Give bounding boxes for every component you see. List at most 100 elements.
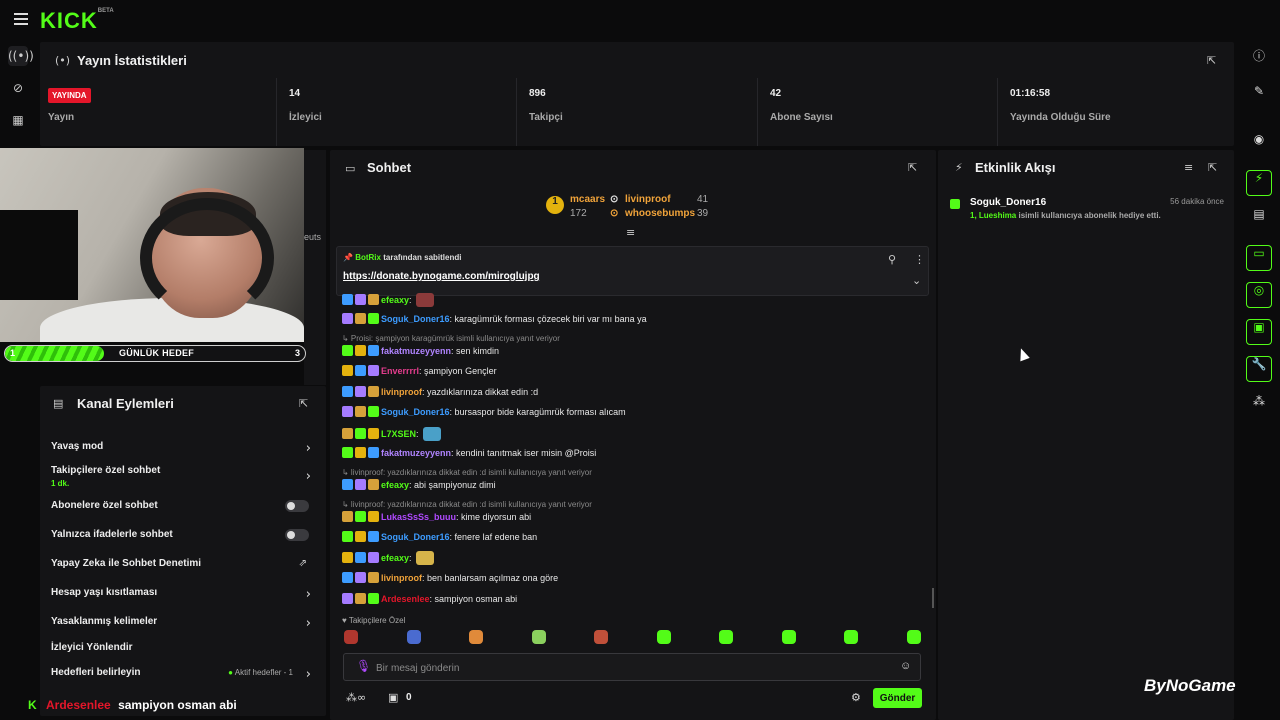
chat-username[interactable]: Ardesenlee — [381, 594, 430, 604]
chat-message: fakatmuzeyyenn: sen kimdin — [342, 345, 922, 356]
popout-icon[interactable]: ⇱ — [908, 161, 917, 174]
stat-viewers: 14 İzleyici — [276, 78, 516, 146]
banned-words-row[interactable]: Yasaklanmış kelimeler › — [51, 616, 317, 631]
filter-icon[interactable]: ≡ — [1184, 161, 1193, 174]
subscribers-only-toggle[interactable] — [285, 500, 309, 512]
emoji-icon[interactable]: ☺ — [900, 660, 911, 672]
leader-name[interactable]: mcaars — [570, 194, 605, 205]
chat-message-input[interactable] — [376, 660, 876, 676]
chat-username[interactable]: fakatmuzeyyenn — [381, 448, 451, 458]
account-age-row[interactable]: Hesap yaşı kısıtlaması › — [51, 587, 317, 602]
chat-username[interactable]: L7XSEN — [381, 429, 416, 439]
document-icon[interactable]: ▤ — [1246, 207, 1272, 233]
emote-bar — [344, 630, 924, 650]
chat-username[interactable]: efeaxy — [381, 480, 409, 490]
chevron-right-icon: › — [305, 587, 311, 602]
chat-username[interactable]: livinproof — [381, 387, 422, 397]
share-icon[interactable]: ⁂ — [1246, 394, 1272, 420]
actions-icon: ▤ — [53, 397, 64, 410]
emote-picker-icon[interactable] — [469, 630, 483, 644]
chat-username[interactable]: livinproof — [381, 573, 422, 583]
leader-name[interactable]: whoosebumps — [625, 208, 695, 219]
emote-picker-icon[interactable] — [344, 630, 358, 644]
chat-username[interactable]: Soguk_Doner16 — [381, 407, 450, 417]
chat-username[interactable]: efeaxy — [381, 295, 409, 305]
chevron-right-icon: › — [305, 667, 311, 682]
set-goals-row[interactable]: Hedefleri belirleyin ● Aktif hedefler - … — [51, 667, 317, 682]
chat-text: kime diyorsun abi — [461, 512, 532, 522]
popout-icon[interactable]: ⇱ — [1208, 161, 1217, 174]
chat-username[interactable]: Enverrrrl — [381, 366, 419, 376]
info-icon[interactable]: ⓘ — [1246, 47, 1272, 73]
chat-username[interactable]: fakatmuzeyyenn — [381, 346, 451, 356]
user-badge-icon — [342, 365, 353, 376]
user-badge-icon — [355, 552, 366, 563]
headset — [140, 198, 274, 318]
more-options-icon[interactable]: ⋮ — [914, 253, 925, 266]
emotes-only-toggle[interactable] — [285, 529, 309, 541]
leader-name[interactable]: livinproof — [625, 194, 671, 205]
popout-icon[interactable]: ⇱ — [1207, 54, 1216, 67]
link-icon[interactable]: ⊘ — [8, 78, 28, 98]
broadcast-icon[interactable]: ((•)) — [8, 46, 34, 66]
kick-logo[interactable]: KICKBETA — [40, 8, 114, 34]
points-icon[interactable]: ⁂∞ — [346, 691, 366, 704]
pinned-link[interactable]: https://donate.bynogame.com/miroglujpg — [343, 271, 540, 282]
filter-icon[interactable]: ≡ — [626, 226, 635, 239]
user-badge-icon — [368, 531, 379, 542]
chat-username[interactable]: efeaxy — [381, 553, 409, 563]
emote-picker-icon[interactable] — [844, 630, 858, 644]
emote-picker-icon[interactable] — [594, 630, 608, 644]
pin-icon[interactable]: ⚲ — [888, 253, 896, 266]
rank-badge: 1 — [546, 196, 564, 214]
row-label: Yalnızca ifadelerle sohbet — [51, 529, 173, 540]
host-viewers-row[interactable]: İzleyici Yönlendir — [51, 642, 317, 653]
capture-icon[interactable]: ◉ — [1246, 132, 1272, 158]
chat-message: fakatmuzeyyenn: kendini tanıtmak iser mi… — [342, 447, 922, 458]
slow-mode-row[interactable]: Yavaş mod › — [51, 441, 317, 456]
broadcast-icon: (•) — [55, 54, 71, 67]
emote-picker-icon[interactable] — [531, 630, 546, 644]
lightning-icon[interactable]: ⚡ — [1246, 170, 1272, 196]
chat-text: şampiyon Gençler — [424, 366, 497, 376]
user-badge-icon — [355, 511, 366, 522]
chevron-down-icon[interactable]: ⌄ — [912, 274, 921, 287]
emote-picker-icon[interactable] — [656, 630, 671, 644]
ai-moderation-row[interactable]: Yapay Zeka ile Sohbet Denetimi ⇗ — [51, 558, 317, 569]
broadcast-icon[interactable]: ◎ — [1246, 282, 1272, 308]
edit-icon[interactable]: ✎ — [1246, 84, 1272, 110]
chart-icon[interactable]: ▦ — [8, 110, 28, 130]
user-badge-icon — [368, 365, 379, 376]
followers-only-row[interactable]: Takipçilere özel sohbet 1 dk. › — [51, 465, 317, 488]
chevron-right-icon: › — [305, 616, 311, 631]
chat-username[interactable]: Soguk_Doner16 — [381, 314, 450, 324]
chat-scrollbar[interactable] — [932, 588, 934, 608]
wrench-icon[interactable]: 🔧 — [1246, 356, 1272, 382]
chat-message: livinproof: yazdıklarınıza dikkat edin :… — [342, 386, 922, 397]
chat-username[interactable]: Soguk_Doner16 — [381, 532, 450, 542]
emote-picker-icon[interactable] — [719, 630, 733, 644]
user-badge-icon — [355, 365, 366, 376]
popout-icon[interactable]: ⇱ — [299, 397, 308, 410]
mic-icon[interactable]: 🎙 — [356, 659, 371, 673]
overlay-chat-message: K Ardesenlee sampiyon osman abi — [28, 698, 237, 712]
emote-picker-icon[interactable] — [781, 630, 796, 644]
layout-icon[interactable]: ▣ — [1246, 319, 1272, 345]
subs-label: ♥ Takipçilere Özel — [342, 616, 406, 625]
emote-picker-icon[interactable] — [406, 630, 421, 644]
left-rail: ((•)) ⊘ ▦ — [0, 40, 36, 720]
user-badge-icon — [368, 428, 379, 439]
pinned-by-user[interactable]: BotRix — [355, 253, 381, 262]
chat-username[interactable]: LukasSsSs_buuu — [381, 512, 456, 522]
chat-colon: : — [409, 295, 415, 305]
emotes-only-row: Yalnızca ifadelerle sohbet — [51, 529, 317, 541]
send-button[interactable]: Gönder — [873, 688, 922, 708]
row-label: Takipçilere özel sohbet — [51, 465, 161, 476]
user-badge-icon — [355, 386, 366, 397]
activity-user[interactable]: Soguk_Doner16 — [970, 197, 1046, 208]
chat-icon[interactable]: ▭ — [1246, 245, 1272, 271]
emote-picker-icon[interactable] — [906, 630, 921, 644]
menu-icon[interactable] — [14, 13, 28, 25]
gift-box-icon[interactable]: ▣ — [388, 691, 398, 704]
settings-gear-icon[interactable]: ⚙ — [851, 691, 861, 704]
